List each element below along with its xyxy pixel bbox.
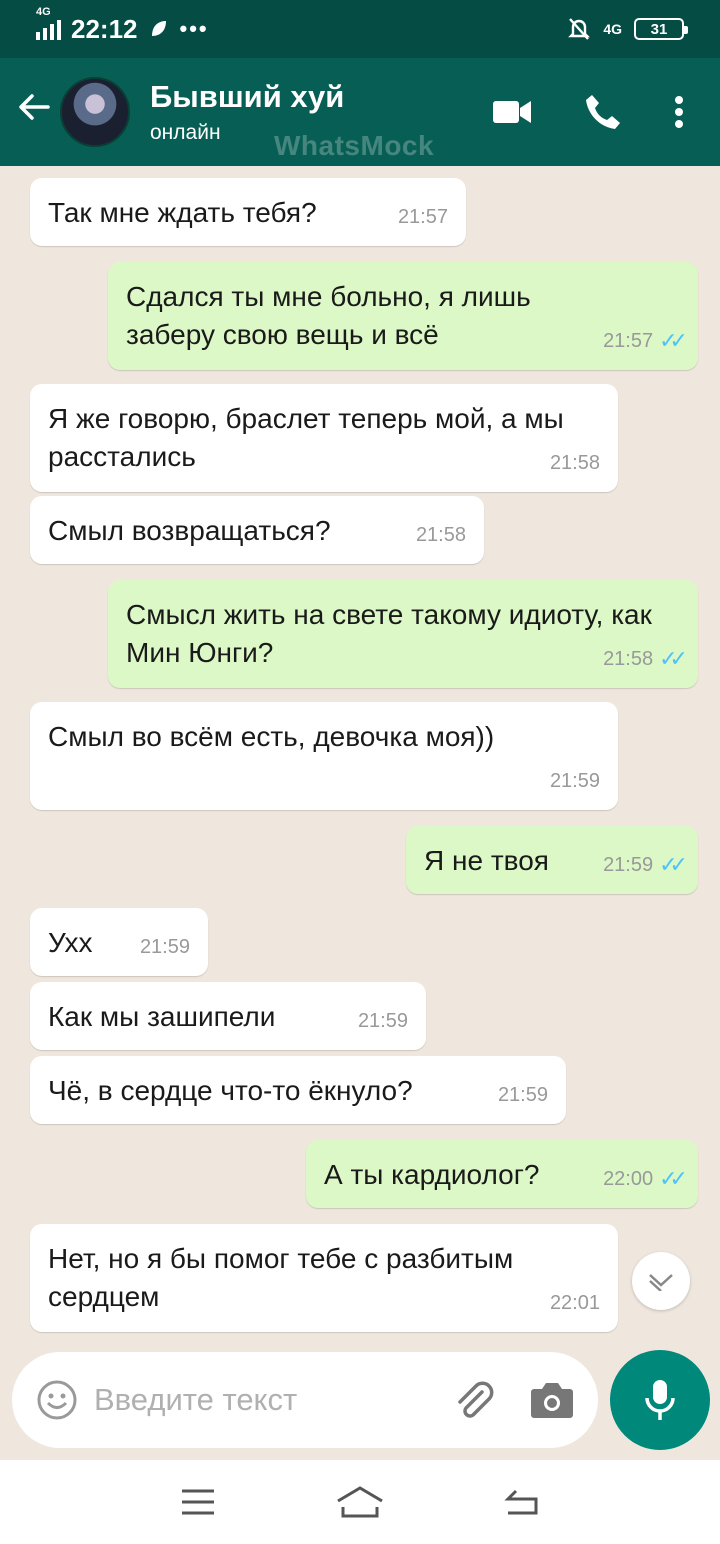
notification-icon xyxy=(151,21,166,36)
contact-name: Бывший хуй xyxy=(150,79,345,114)
message-input[interactable]: Введите текст xyxy=(94,1382,297,1418)
scroll-down-button[interactable] xyxy=(632,1252,690,1310)
message-outgoing[interactable]: Я не твоя 21:59 ✓✓ xyxy=(406,826,698,894)
chevron-down-icon xyxy=(649,1274,673,1291)
attach-icon[interactable] xyxy=(452,1378,496,1422)
mute-icon xyxy=(568,18,591,40)
message-text: А ты кардиолог? xyxy=(324,1159,540,1190)
message-time: 21:59 ✓✓ xyxy=(603,846,688,884)
message-text: Ухх xyxy=(48,927,93,958)
message-outgoing[interactable]: Сдался ты мне больно, я лишь заберу свою… xyxy=(108,262,698,370)
message-text: Чё, в сердце что-то ёкнуло? xyxy=(48,1075,413,1106)
message-text: Сдался ты мне больно, я лишь заберу свою… xyxy=(126,281,531,350)
message-text: Смысл жить на свете такому идиоту, как М… xyxy=(126,599,652,668)
network-type: 4G xyxy=(603,21,622,37)
network-label: 4G xyxy=(36,6,51,18)
read-ticks-icon: ✓✓ xyxy=(659,328,688,353)
back-icon[interactable] xyxy=(504,1487,540,1517)
message-incoming[interactable]: Смыл во всём есть, девочка моя)) 21:59 xyxy=(30,702,618,810)
message-incoming[interactable]: Я же говорю, браслет теперь мой, а мы ра… xyxy=(30,384,618,492)
message-incoming[interactable]: Так мне ждать тебя? 21:57 xyxy=(30,178,466,246)
message-time: 21:59 xyxy=(497,1084,548,1106)
message-time: 21:57 ✓✓ xyxy=(603,322,688,360)
message-time: 21:58 ✓✓ xyxy=(603,640,688,678)
more-vert-icon[interactable] xyxy=(674,95,684,129)
message-text: Нет, но я бы помог тебе с разбитым сердц… xyxy=(48,1243,514,1312)
message-time: 22:00 ✓✓ xyxy=(603,1160,688,1198)
read-ticks-icon: ✓✓ xyxy=(659,646,688,671)
signal-icon: 4G xyxy=(36,6,61,40)
message-time: 22:01 xyxy=(549,1292,600,1314)
message-composer: Введите текст xyxy=(12,1352,598,1448)
message-outgoing[interactable]: А ты кардиолог? 22:00 ✓✓ xyxy=(306,1140,698,1208)
message-incoming[interactable]: Нет, но я бы помог тебе с разбитым сердц… xyxy=(30,1224,618,1332)
back-arrow-icon xyxy=(19,94,50,120)
message-time: 21:57 xyxy=(397,206,448,228)
home-icon[interactable] xyxy=(335,1485,385,1519)
avatar[interactable] xyxy=(60,77,130,147)
message-text: Я же говорю, браслет теперь мой, а мы ра… xyxy=(48,403,564,472)
system-nav-bar xyxy=(0,1460,720,1544)
message-incoming[interactable]: Как мы зашипели 21:59 xyxy=(30,982,426,1050)
mic-button[interactable] xyxy=(610,1350,710,1450)
back-button[interactable] xyxy=(0,89,60,135)
camera-icon[interactable] xyxy=(530,1381,574,1419)
mic-icon xyxy=(645,1380,675,1420)
read-ticks-icon: ✓✓ xyxy=(659,852,688,877)
chat-area[interactable]: Так мне ждать тебя? 21:57 Сдался ты мне … xyxy=(0,166,720,1346)
message-text: Смыл возвращаться? xyxy=(48,515,331,546)
message-text: Так мне ждать тебя? xyxy=(48,197,317,228)
status-bar: 4G 22:12 ••• 4G 31 xyxy=(0,0,720,58)
emoji-icon[interactable] xyxy=(36,1379,78,1421)
message-time: 21:59 xyxy=(549,770,600,792)
battery-level: 31 xyxy=(650,20,668,38)
battery-icon: 31 xyxy=(634,18,688,40)
message-time: 21:58 xyxy=(415,524,466,546)
message-time: 21:59 xyxy=(139,936,190,958)
message-incoming[interactable]: Ухх 21:59 xyxy=(30,908,208,976)
message-incoming[interactable]: Чё, в сердце что-то ёкнуло? 21:59 xyxy=(30,1056,566,1124)
more-status-icon: ••• xyxy=(179,16,209,41)
message-text: Я не твоя xyxy=(424,845,549,876)
watermark: WhatsMock xyxy=(274,130,435,161)
clock: 22:12 xyxy=(71,13,138,44)
message-time: 21:58 xyxy=(549,452,600,474)
message-incoming[interactable]: Смыл возвращаться? 21:58 xyxy=(30,496,484,564)
message-time: 21:59 xyxy=(357,1010,408,1032)
menu-icon[interactable] xyxy=(180,1488,216,1516)
message-text: Смыл во всём есть, девочка моя)) xyxy=(48,721,495,752)
message-text: Как мы зашипели xyxy=(48,1001,276,1032)
video-call-icon[interactable] xyxy=(492,98,532,126)
message-outgoing[interactable]: Смысл жить на свете такому идиоту, как М… xyxy=(108,580,698,688)
read-ticks-icon: ✓✓ xyxy=(659,1166,688,1191)
phone-icon[interactable] xyxy=(584,93,622,131)
